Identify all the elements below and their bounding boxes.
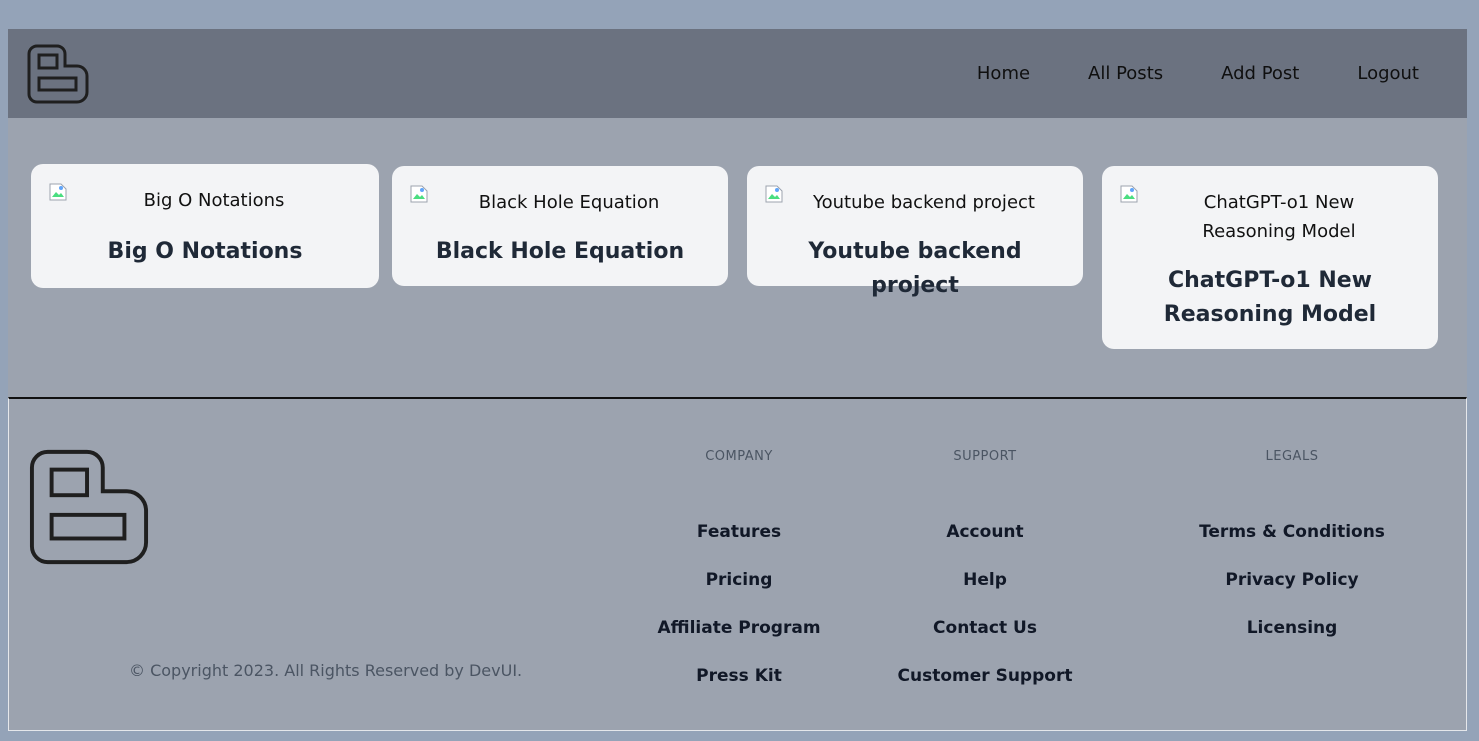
- post-image: Youtube backend project: [747, 166, 1083, 217]
- post-title: ChatGPT-o1 New Reasoning Model: [1163, 268, 1377, 327]
- footer-link-affiliate[interactable]: Affiliate Program: [639, 604, 839, 652]
- nav-all-posts[interactable]: All Posts: [1088, 63, 1163, 84]
- logo-icon[interactable]: [28, 447, 150, 567]
- posts-section: Big O Notations Big O Notations Black Ho…: [8, 118, 1467, 397]
- nav-logout[interactable]: Logout: [1357, 63, 1419, 84]
- footer-link-help[interactable]: Help: [875, 556, 1095, 604]
- post-card[interactable]: Big O Notations Big O Notations: [31, 164, 379, 288]
- main-nav: Home All Posts Add Post Logout: [919, 29, 1419, 118]
- post-card[interactable]: Black Hole Equation Black Hole Equation: [392, 166, 728, 286]
- post-image-alt: Big O Notations: [143, 190, 285, 211]
- footer-column-company: COMPANY Features Pricing Affiliate Progr…: [639, 449, 839, 700]
- footer-link-contact[interactable]: Contact Us: [875, 604, 1095, 652]
- post-card[interactable]: Youtube backend project Youtube backend …: [747, 166, 1083, 298]
- post-image-alt: Black Hole Equation: [478, 192, 660, 213]
- broken-image-icon: [1120, 185, 1138, 203]
- post-title: Big O Notations: [107, 239, 303, 264]
- broken-image-icon: [410, 185, 428, 203]
- copyright-text: © Copyright 2023. All Rights Reserved by…: [129, 661, 523, 680]
- footer-link-licensing[interactable]: Licensing: [1172, 604, 1412, 652]
- footer-heading: SUPPORT: [953, 449, 1017, 464]
- post-image: ChatGPT-o1 New Reasoning Model: [1102, 166, 1438, 246]
- site-header: Home All Posts Add Post Logout: [8, 29, 1467, 118]
- nav-home[interactable]: Home: [977, 63, 1030, 84]
- footer-link-press-kit[interactable]: Press Kit: [639, 652, 839, 700]
- nav-add-post[interactable]: Add Post: [1221, 63, 1299, 84]
- post-title: Youtube backend project: [808, 239, 1022, 298]
- post-title: Black Hole Equation: [435, 239, 685, 264]
- broken-image-icon: [765, 185, 783, 203]
- footer-link-account[interactable]: Account: [875, 508, 1095, 556]
- post-card[interactable]: ChatGPT-o1 New Reasoning Model ChatGPT-o…: [1102, 166, 1438, 349]
- site-footer: © Copyright 2023. All Rights Reserved by…: [8, 397, 1467, 731]
- post-image: Black Hole Equation: [392, 166, 728, 217]
- post-image-alt: Youtube backend project: [813, 192, 1035, 213]
- footer-column-support: SUPPORT Account Help Contact Us Customer…: [875, 449, 1095, 700]
- post-image: Big O Notations: [31, 164, 379, 215]
- footer-link-pricing[interactable]: Pricing: [639, 556, 839, 604]
- footer-heading: COMPANY: [705, 449, 773, 464]
- footer-link-terms[interactable]: Terms & Conditions: [1172, 508, 1412, 556]
- footer-link-privacy[interactable]: Privacy Policy: [1172, 556, 1412, 604]
- footer-link-customer-support[interactable]: Customer Support: [875, 652, 1095, 700]
- broken-image-icon: [49, 183, 67, 201]
- post-image-alt: ChatGPT-o1 New Reasoning Model: [1202, 192, 1356, 242]
- logo-icon[interactable]: [27, 44, 89, 104]
- footer-link-features[interactable]: Features: [639, 508, 839, 556]
- footer-column-legals: LEGALS Terms & Conditions Privacy Policy…: [1172, 449, 1412, 652]
- footer-heading: LEGALS: [1265, 449, 1319, 464]
